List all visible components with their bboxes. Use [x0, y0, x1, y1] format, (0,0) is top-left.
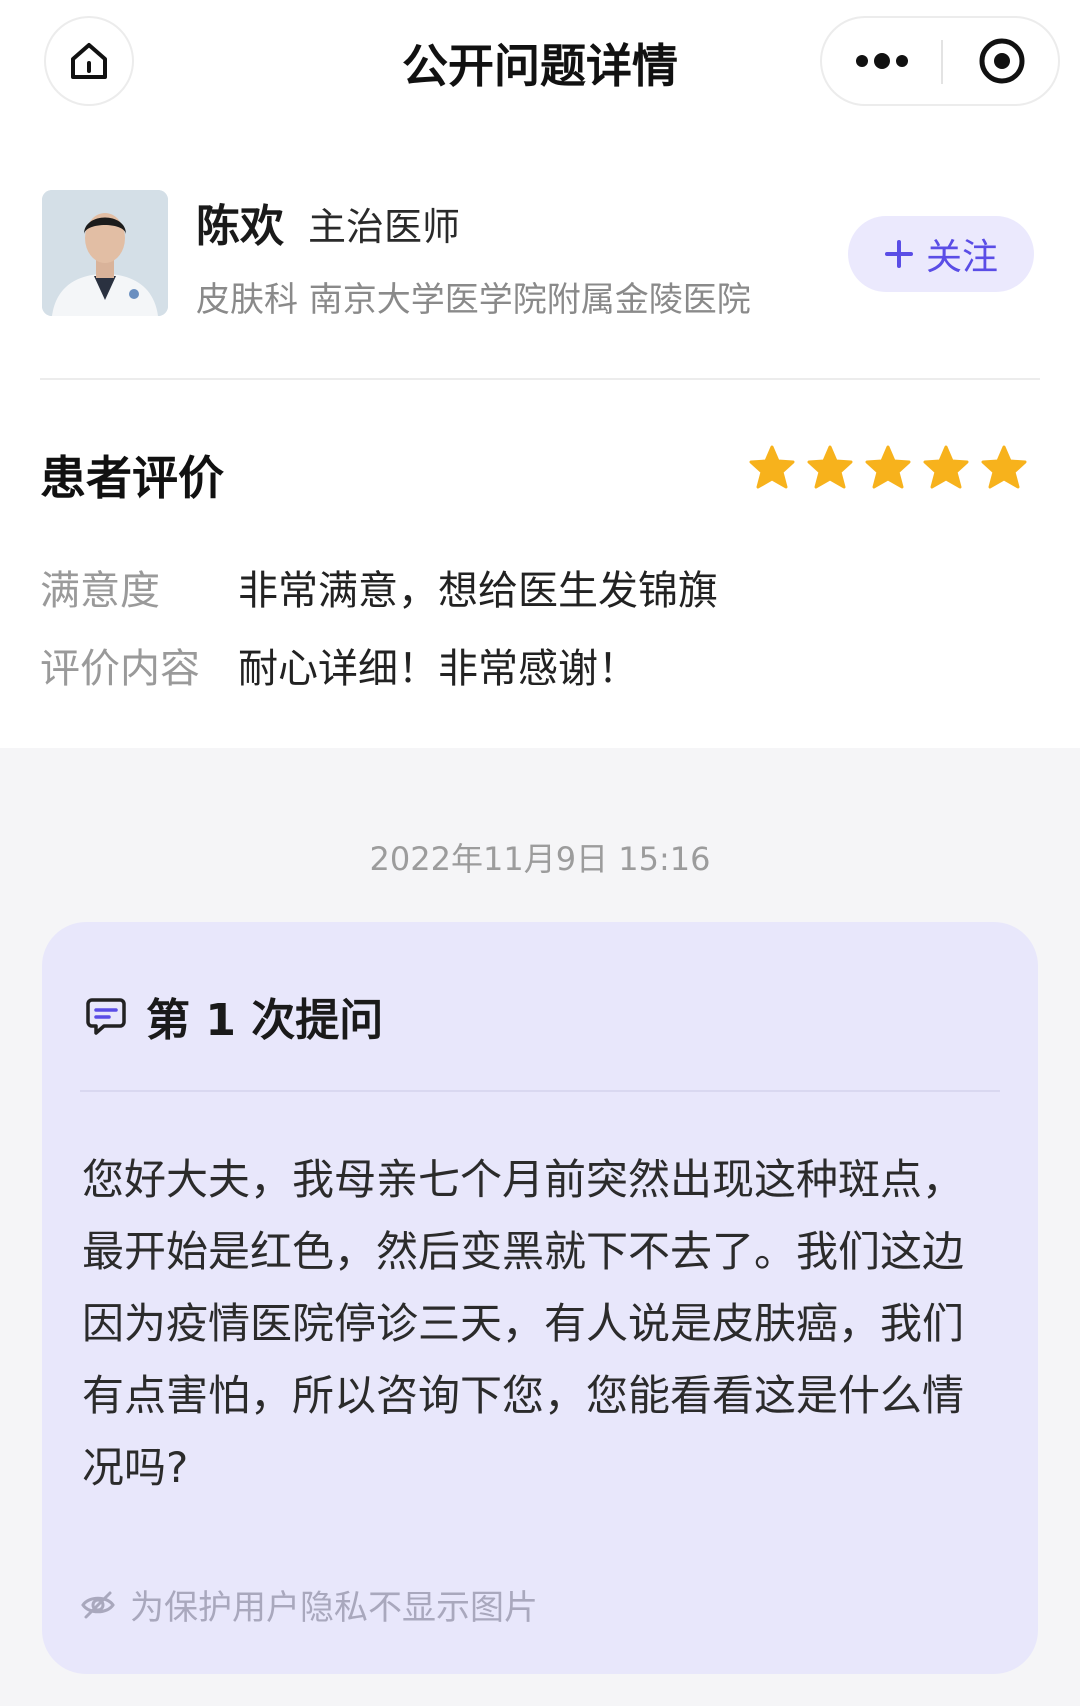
more-button[interactable]	[822, 18, 942, 104]
question-title: 第 1 次提问	[146, 995, 384, 1046]
doctor-name: 陈欢	[196, 201, 284, 252]
star-icon	[807, 445, 853, 489]
question-divider	[80, 1090, 1000, 1092]
rating-row-value: 非常满意，想给医生发锦旗	[238, 568, 718, 614]
doctor-title: 主治医师	[308, 205, 461, 249]
rating-section-title: 患者评价	[40, 451, 224, 505]
plus-icon	[884, 240, 913, 268]
star-icon	[981, 445, 1027, 489]
follow-label: 关注	[925, 237, 998, 278]
question-card: 第 1 次提问 您好大夫，我母亲七个月前突然出现这种斑点，最开始是红色，然后变黑…	[42, 922, 1038, 1674]
privacy-text: 为保护用户隐私不显示图片	[130, 1588, 538, 1628]
rating-row-label: 评价内容	[40, 646, 200, 692]
top-nav-bar: 公开问题详情	[0, 0, 1080, 130]
follow-button[interactable]: 关注	[848, 216, 1034, 292]
star-icon	[749, 445, 795, 489]
star-icon	[865, 445, 911, 489]
question-header: 第 1 次提问	[84, 984, 383, 1048]
chat-bubble-icon	[86, 998, 126, 1035]
question-text: 您好大夫，我母亲七个月前突然出现这种斑点，最开始是红色，然后变黑就下不去了。我们…	[82, 1155, 965, 1492]
section-divider	[40, 378, 1040, 380]
doctor-department: 皮肤科 南京大学医学院附属金陵医院	[196, 280, 751, 320]
rating-row-label: 满意度	[40, 568, 160, 614]
doctor-avatar	[42, 190, 168, 316]
privacy-notice: 为保护用户隐私不显示图片	[80, 1580, 538, 1629]
star-rating	[748, 444, 1028, 492]
rating-row-comment: 评价内容 耐心详细！非常感谢！	[40, 636, 638, 694]
eye-slash-icon	[81, 1591, 115, 1618]
rating-row-value: 耐心详细！非常感谢！	[238, 646, 638, 692]
star-icon	[923, 445, 969, 489]
rating-row-satisfaction: 满意度 非常满意，想给医生发锦旗	[40, 558, 718, 616]
more-dots-icon	[856, 53, 908, 69]
close-button[interactable]	[943, 18, 1060, 104]
doctor-card[interactable]: 陈欢 主治医师 皮肤科 南京大学医学院附属金陵医院 关注	[0, 180, 1080, 380]
message-timestamp: 2022年11月9日 15:16	[369, 840, 711, 878]
target-close-icon	[979, 38, 1024, 84]
mini-program-capsule	[820, 16, 1060, 106]
